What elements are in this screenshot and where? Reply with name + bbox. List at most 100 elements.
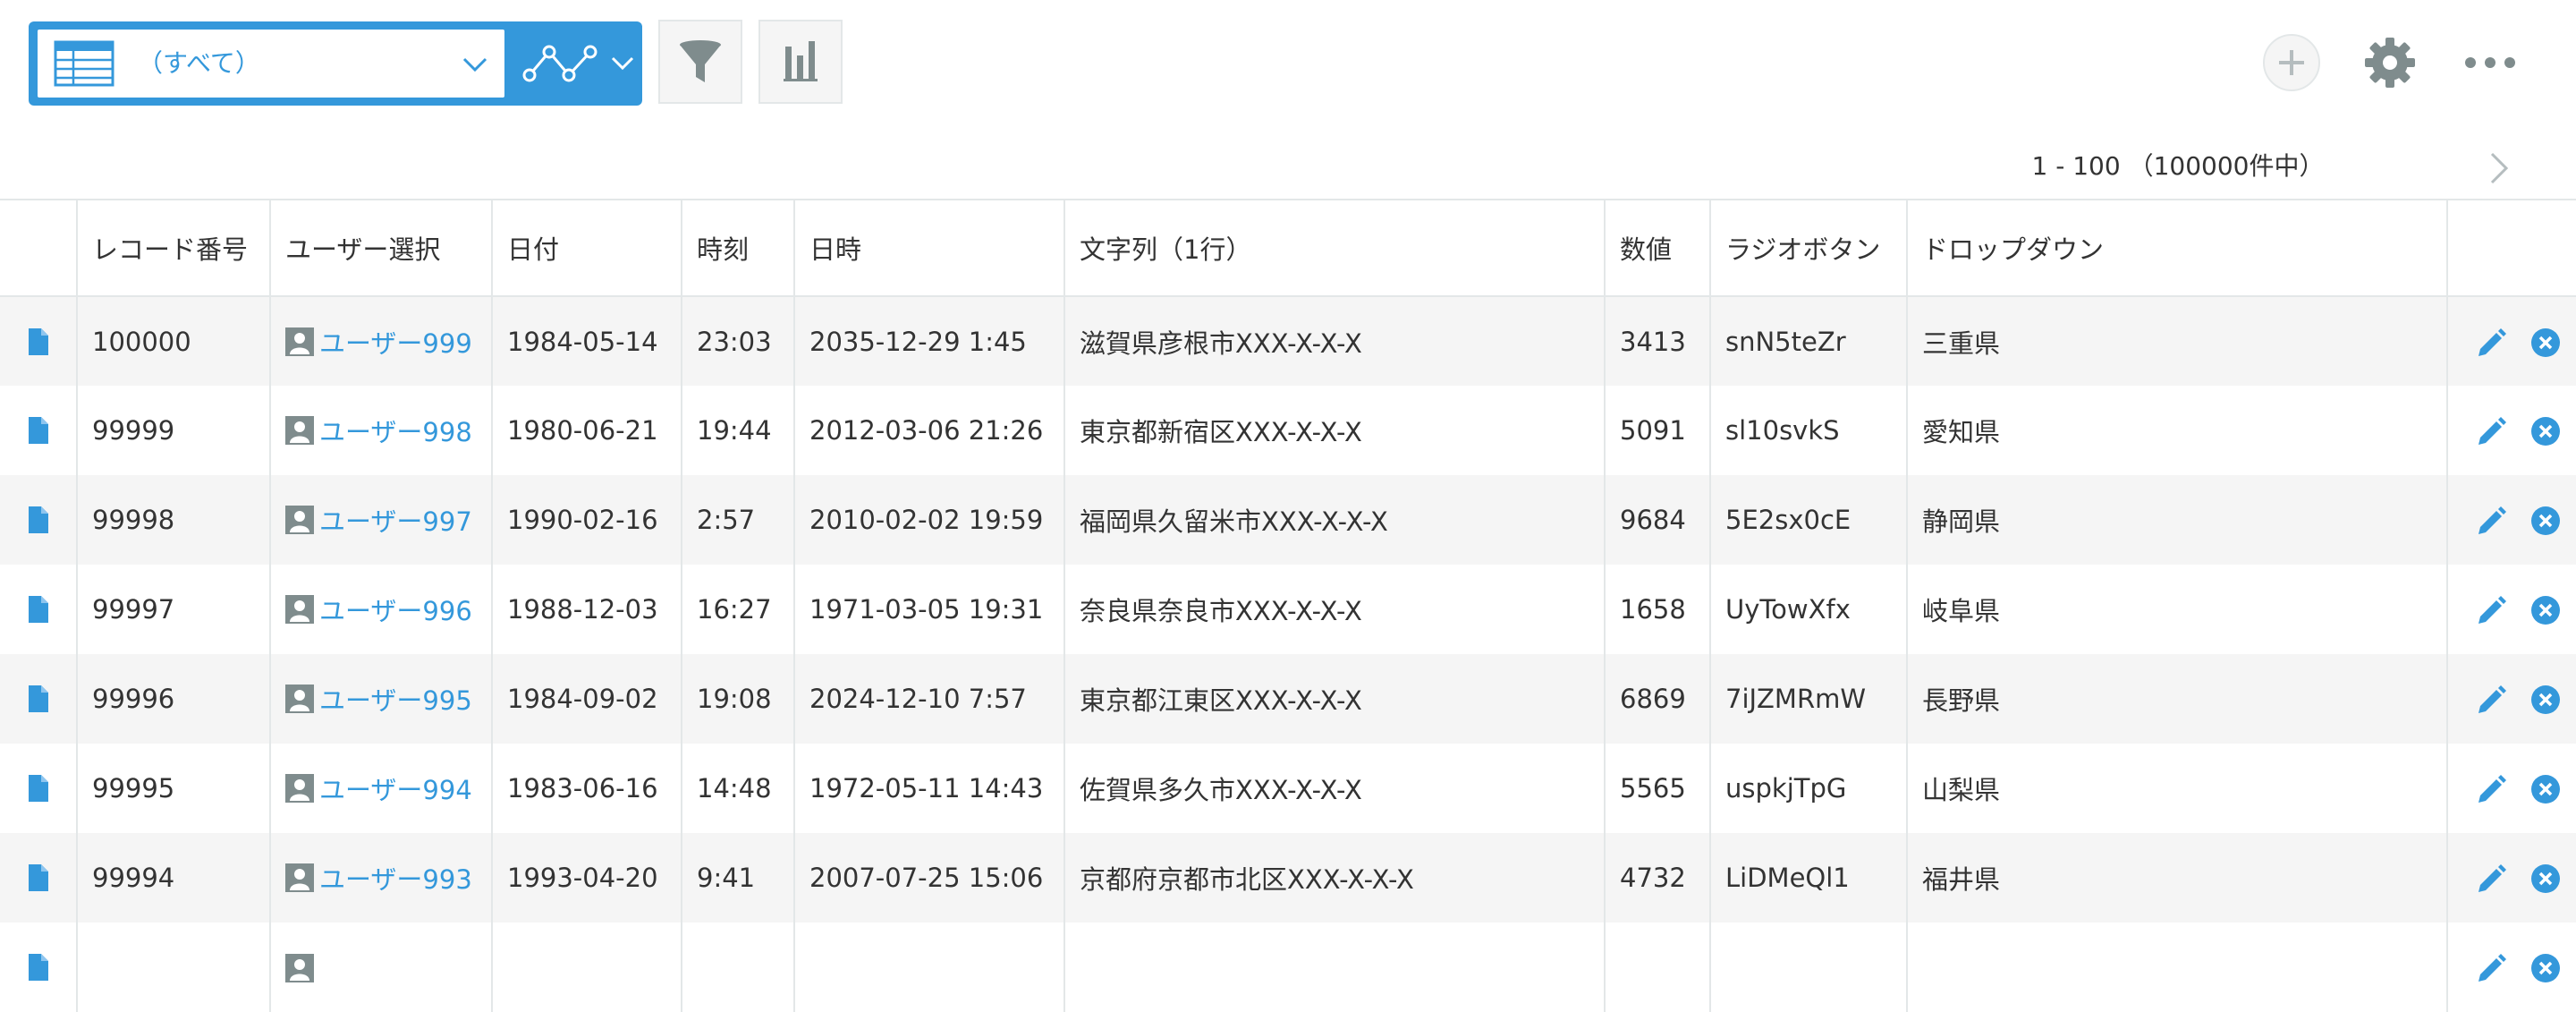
column-header[interactable]: 日付 [491,199,682,297]
table-row: 99996 ユーザー995 1984-09-02 19:08 2024-12-1… [0,654,2576,744]
header-details [0,199,77,297]
edit-icon[interactable] [2475,504,2507,536]
document-icon[interactable] [27,863,50,893]
dropdown-cell [1906,923,2447,1012]
user-link[interactable]: ユーザー993 [319,864,472,895]
view-select[interactable]: （すべて） [38,30,504,98]
radio-cell: 7iJZMRmW [1709,654,1907,744]
text-cell: 東京都新宿区XXX-X-X-X [1063,386,1605,475]
column-header[interactable]: 日時 [793,199,1064,297]
column-header[interactable]: ドロップダウン [1906,199,2447,297]
date-cell: 1990-02-16 [491,475,682,565]
radio-cell: snN5teZr [1709,296,1907,386]
filter-button[interactable] [658,20,742,104]
actions-cell [2446,744,2576,833]
edit-icon[interactable] [2475,326,2507,358]
edit-icon[interactable] [2475,593,2507,625]
number-cell: 6869 [1604,654,1710,744]
column-header[interactable]: レコード番号 [76,199,270,297]
actions-cell [2446,654,2576,744]
column-header[interactable]: 時刻 [681,199,794,297]
record-detail-cell[interactable] [0,654,77,744]
record-detail-cell[interactable] [0,923,77,1012]
table-row: 99994 ユーザー993 1993-04-20 9:41 2007-07-25… [0,833,2576,923]
number-cell: 9684 [1604,475,1710,565]
document-icon[interactable] [27,415,50,446]
dropdown-cell: 静岡県 [1906,475,2447,565]
dropdown-cell: 長野県 [1906,654,2447,744]
document-icon[interactable] [27,684,50,714]
user-avatar-icon [285,327,314,356]
number-cell [1604,923,1710,1012]
actions-cell [2446,296,2576,386]
document-icon[interactable] [27,594,50,625]
record-detail-cell[interactable] [0,296,77,386]
user-avatar-icon [285,863,314,892]
text-cell: 滋賀県彦根市XXX-X-X-X [1063,296,1605,386]
delete-icon[interactable] [2530,327,2561,358]
user-link[interactable]: ユーザー995 [319,685,472,716]
table-header-row: レコード番号 ユーザー選択 日付 時刻 日時 文字列（1行） 数値 ラジオボタン… [0,199,2576,297]
text-cell: 京都府京都市北区XXX-X-X-X [1063,833,1605,923]
datetime-cell: 2007-07-25 15:06 [793,833,1064,923]
chevron-down-icon[interactable] [610,52,635,73]
add-icon[interactable] [2263,34,2320,91]
dropdown-cell: 岐阜県 [1906,565,2447,654]
radio-cell: LiDMeQl1 [1709,833,1907,923]
graph-icon[interactable] [522,41,597,86]
column-header[interactable]: ユーザー選択 [269,199,492,297]
table-row: 99999 ユーザー998 1980-06-21 19:44 2012-03-0… [0,386,2576,475]
datetime-cell: 1971-03-05 19:31 [793,565,1064,654]
datetime-cell: 1972-05-11 14:43 [793,744,1064,833]
column-header[interactable]: 文字列（1行） [1063,199,1605,297]
time-cell: 14:48 [681,744,794,833]
user-link[interactable]: ユーザー998 [319,417,472,447]
text-cell: 福岡県久留米市XXX-X-X-X [1063,475,1605,565]
chart-button[interactable] [758,20,843,104]
table-row: 99995 ユーザー994 1983-06-16 14:48 1972-05-1… [0,744,2576,833]
record-detail-cell[interactable] [0,565,77,654]
document-icon[interactable] [27,505,50,535]
radio-cell: uspkjTpG [1709,744,1907,833]
edit-icon[interactable] [2475,951,2507,983]
datetime-cell: 2012-03-06 21:26 [793,386,1064,475]
radio-cell: 5E2sx0cE [1709,475,1907,565]
records-table: レコード番号 ユーザー選択 日付 時刻 日時 文字列（1行） 数値 ラジオボタン… [0,199,2576,1012]
delete-icon[interactable] [2530,595,2561,625]
user-link[interactable]: ユーザー999 [319,328,472,359]
edit-icon[interactable] [2475,414,2507,446]
delete-icon[interactable] [2530,863,2561,894]
user-cell: ユーザー996 [269,565,492,654]
document-icon[interactable] [27,327,50,357]
edit-icon[interactable] [2475,683,2507,715]
user-link[interactable]: ユーザー994 [319,775,472,805]
column-header[interactable]: 数値 [1604,199,1710,297]
number-cell: 5565 [1604,744,1710,833]
text-cell: 奈良県奈良市XXX-X-X-X [1063,565,1605,654]
delete-icon[interactable] [2530,685,2561,715]
edit-icon[interactable] [2475,862,2507,894]
delete-icon[interactable] [2530,774,2561,804]
gear-icon[interactable] [2361,34,2419,91]
edit-icon[interactable] [2475,772,2507,804]
date-cell: 1980-06-21 [491,386,682,475]
delete-icon[interactable] [2530,506,2561,536]
delete-icon[interactable] [2530,953,2561,983]
more-icon[interactable] [2462,47,2519,79]
column-header[interactable]: ラジオボタン [1709,199,1907,297]
chevron-right-icon[interactable] [2481,150,2517,186]
table-row [0,923,2576,1012]
document-icon[interactable] [27,952,50,982]
user-link[interactable]: ユーザー996 [319,596,472,626]
actions-cell [2446,386,2576,475]
record-detail-cell[interactable] [0,744,77,833]
user-avatar-icon [285,416,314,445]
document-icon[interactable] [27,773,50,804]
user-link[interactable]: ユーザー997 [319,506,472,537]
record-detail-cell[interactable] [0,833,77,923]
record-detail-cell[interactable] [0,386,77,475]
record-detail-cell[interactable] [0,475,77,565]
user-avatar-icon [285,506,314,534]
user-avatar-icon [285,595,314,624]
delete-icon[interactable] [2530,416,2561,446]
